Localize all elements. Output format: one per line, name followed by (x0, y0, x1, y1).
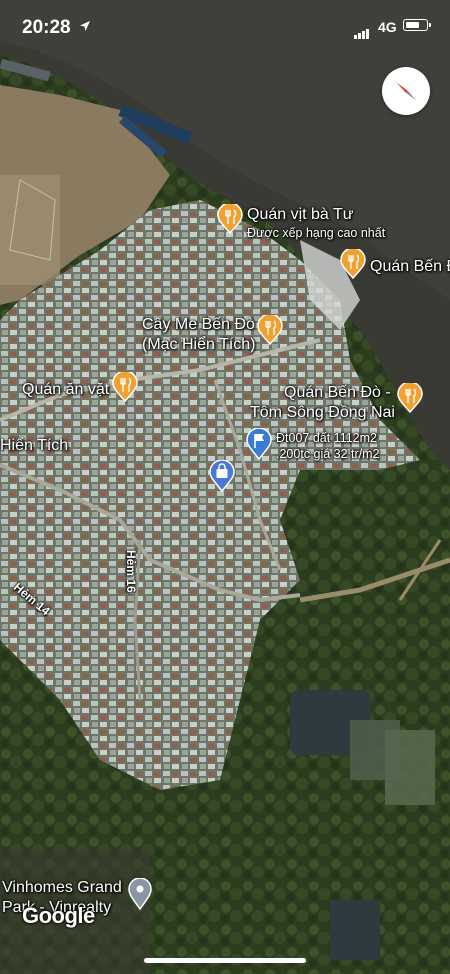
compass-button[interactable] (382, 67, 430, 115)
google-attribution: Google (22, 903, 95, 928)
home-indicator[interactable] (144, 958, 306, 963)
restaurant-icon[interactable] (340, 249, 366, 279)
road-label: Hẻm 16 (124, 550, 138, 593)
place-label-line2[interactable]: .200tc giá 32 tr/m2 (276, 447, 380, 462)
flag-icon[interactable] (246, 428, 272, 460)
network-type: 4G (378, 19, 397, 35)
place-label[interactable]: Vinhomes Grand (2, 878, 122, 897)
shopping-bag-icon[interactable] (209, 460, 235, 492)
cellular-signal-icon (354, 21, 370, 39)
restaurant-icon[interactable] (217, 204, 243, 234)
place-label[interactable]: Quán Bến Đò - (284, 383, 391, 402)
battery-icon (403, 19, 431, 31)
place-label-line2[interactable]: (Mạc Hiển Tích) (142, 335, 256, 354)
place-label[interactable]: Quán ăn vặt (22, 380, 109, 399)
restaurant-icon[interactable] (397, 383, 423, 413)
place-label[interactable]: Đt007 đất 1112m2 (276, 431, 377, 446)
status-bar: 20:28 4G (0, 0, 450, 54)
place-label-line2[interactable]: Tôm Sông Đồng Nai (250, 403, 395, 422)
restaurant-icon[interactable] (112, 372, 138, 402)
place-label[interactable]: Quán Bến Đ (370, 257, 450, 276)
road-label: Hiển Tích (0, 437, 69, 454)
place-subtitle: Được xếp hạng cao nhất (247, 226, 386, 240)
location-arrow-icon (80, 21, 90, 31)
restaurant-icon[interactable] (257, 315, 283, 345)
place-label[interactable]: Cây Me Bến Đò (142, 315, 255, 334)
location-pin-icon[interactable] (128, 878, 152, 910)
place-label[interactable]: Quán vịt bà Tư (247, 205, 353, 224)
compass-icon (396, 82, 416, 100)
status-time: 20:28 (22, 17, 71, 38)
